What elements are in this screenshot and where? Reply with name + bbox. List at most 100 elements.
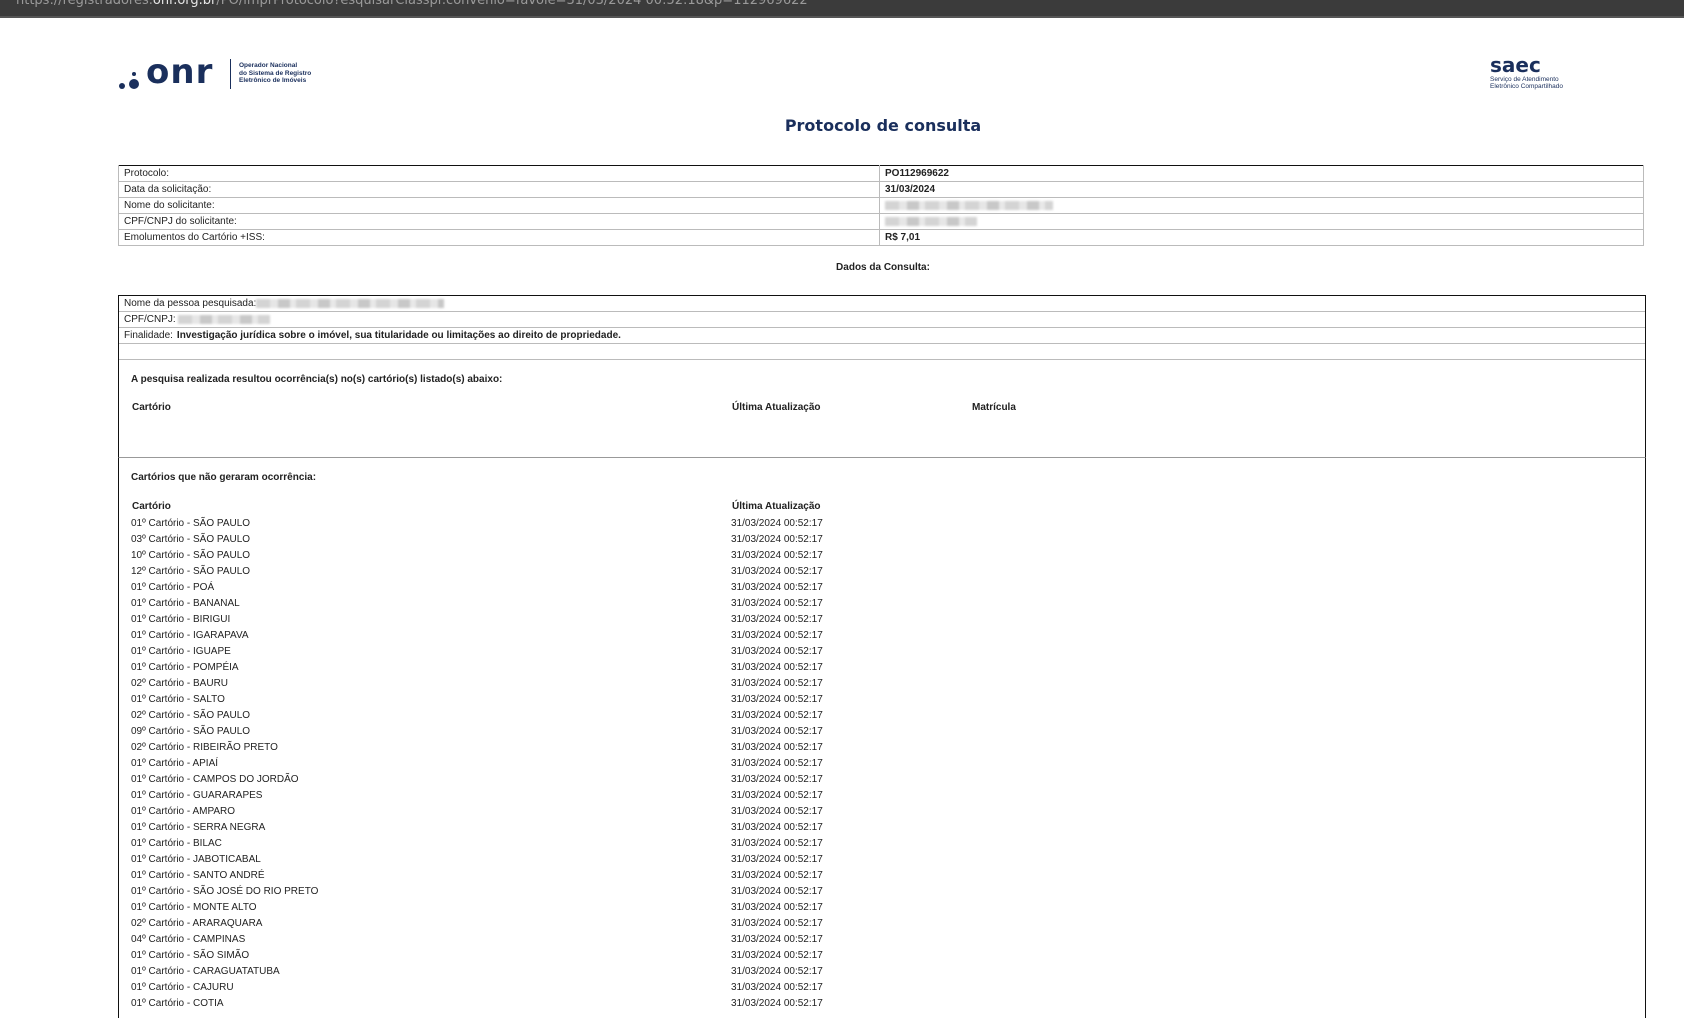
list-item: 02º Cartório - SÃO PAULO 31/03/2024 00:52… xyxy=(131,708,1631,724)
cartorio-name: 02º Cartório - SÃO PAULO xyxy=(131,710,251,721)
onr-caption: Operador Nacional do Sistema de Registro… xyxy=(239,62,359,85)
cartorio-name: 02º Cartório - BAURU xyxy=(131,678,229,689)
query-box: Nome da pessoa pesquisada: CPF/CNPJ: Fin… xyxy=(118,295,1646,360)
list-item: 01º Cartório - GUARARAPES 31/03/2024 00:5… xyxy=(131,788,1631,804)
list-item: 01º Cartório - POMPÉIA 31/03/2024 00:52:1… xyxy=(131,660,1631,676)
list-item: 01º Cartório - APIAÍ 31/03/2024 00:52:17 xyxy=(131,756,1631,772)
nome-pesquisada-row: Nome da pessoa pesquisada: xyxy=(119,296,1645,312)
nome-solicitante-value xyxy=(879,197,1644,214)
cartorio-name: 01º Cartório - CAMPOS DO JORDÃO xyxy=(131,774,299,785)
ultima-atualizacao: 31/03/2024 00:52:17 xyxy=(731,966,823,977)
results-col-matricula: Matrícula xyxy=(972,402,1016,413)
protocol-info-table: Protocolo: PO112969622 Data da solicitaç… xyxy=(118,165,1644,246)
cartorio-name: 01º Cartório - AMPARO xyxy=(131,806,236,817)
nome-pesquisada-label: Nome da pessoa pesquisada: xyxy=(124,298,257,309)
list-item: 03º Cartório - SÃO PAULO 31/03/2024 00:52… xyxy=(131,532,1631,548)
list-item: 01º Cartório - SERRA NEGRA 31/03/2024 00:… xyxy=(131,820,1631,836)
cartorio-name: 02º Cartório - RIBEIRÃO PRETO xyxy=(131,742,278,753)
ultima-atualizacao: 31/03/2024 00:52:17 xyxy=(731,886,823,897)
ultima-atualizacao: 31/03/2024 00:52:17 xyxy=(731,694,823,705)
list-item: 01º Cartório - IGARAPAVA 31/03/2024 00:52… xyxy=(131,628,1631,644)
dados-consulta-title: Dados da Consulta: xyxy=(836,262,930,273)
list-item: 01º Cartório - SÃO SIMÃO 31/03/2024 00:52… xyxy=(131,948,1631,964)
cartorio-name: 01º Cartório - POÁ xyxy=(131,582,215,593)
no-occurrence-col-atualizacao: Última Atualização xyxy=(732,501,821,512)
table-row: CPF/CNPJ do solicitante: xyxy=(118,213,1644,230)
list-item: 01º Cartório - IGUAPE 31/03/2024 00:52:17 xyxy=(131,644,1631,660)
ultima-atualizacao: 31/03/2024 00:52:17 xyxy=(731,934,823,945)
list-item: 01º Cartório - POÁ 31/03/2024 00:52:17 xyxy=(131,580,1631,596)
ultima-atualizacao: 31/03/2024 00:52:17 xyxy=(731,662,823,673)
ultima-atualizacao: 31/03/2024 00:52:17 xyxy=(731,982,823,993)
cartorio-name: 01º Cartório - CAJURU xyxy=(131,982,234,993)
cartorio-name: 01º Cartório - JABOTICABAL xyxy=(131,854,261,865)
ultima-atualizacao: 31/03/2024 00:52:17 xyxy=(731,582,823,593)
ultima-atualizacao: 31/03/2024 00:52:17 xyxy=(731,566,823,577)
results-section: A pesquisa realizada resultou ocorrência… xyxy=(118,359,1646,458)
ultima-atualizacao: 31/03/2024 00:52:17 xyxy=(731,646,823,657)
cartorio-name: 01º Cartório - BANANAL xyxy=(131,598,240,609)
cpf-solicitante-value xyxy=(879,213,1644,230)
ultima-atualizacao: 31/03/2024 00:52:17 xyxy=(731,822,823,833)
ultima-atualizacao: 31/03/2024 00:52:17 xyxy=(731,806,823,817)
ultima-atualizacao: 31/03/2024 00:52:17 xyxy=(731,950,823,961)
saec-caption: Serviço de Atendimento Eletrônico Compar… xyxy=(1490,76,1580,90)
ultima-atualizacao: 31/03/2024 00:52:17 xyxy=(731,598,823,609)
url-host: onr.org.br xyxy=(152,0,217,8)
onr-caption-line: Eletrônico de Imóveis xyxy=(239,77,307,84)
ultima-atualizacao: 31/03/2024 00:52:17 xyxy=(731,518,823,529)
onr-caption-line: Operador Nacional xyxy=(239,62,298,69)
results-col-cartorio: Cartório xyxy=(132,402,171,413)
list-item: 04º Cartório - CAMPINAS 31/03/2024 00:52:… xyxy=(131,932,1631,948)
page-title: Protocolo de consulta xyxy=(784,116,982,135)
ultima-atualizacao: 31/03/2024 00:52:17 xyxy=(731,710,823,721)
url-rest: /PO/imprProtocolo?esquisarClasspr.conven… xyxy=(216,0,808,8)
cartorio-name: 01º Cartório - SÃO JOSÉ DO RIO PRETO xyxy=(131,886,319,897)
cpf-row: CPF/CNPJ: xyxy=(119,312,1645,328)
cartorio-name: 01º Cartório - SALTO xyxy=(131,694,225,705)
ultima-atualizacao: 31/03/2024 00:52:17 xyxy=(731,838,823,849)
list-item: 01º Cartório - SALTO 31/03/2024 00:52:17 xyxy=(131,692,1631,708)
list-item: 12º Cartório - SÃO PAULO 31/03/2024 00:52… xyxy=(131,564,1631,580)
ultima-atualizacao: 31/03/2024 00:52:17 xyxy=(731,758,823,769)
cartorio-name: 09º Cartório - SÃO PAULO xyxy=(131,726,251,737)
cpf-solicitante-label: CPF/CNPJ do solicitante: xyxy=(118,213,880,230)
emolumentos-label: Emolumentos do Cartório +ISS: xyxy=(118,229,880,246)
protocolo-label: Protocolo: xyxy=(118,165,880,182)
list-item: 01º Cartório - BILAC 31/03/2024 00:52:17 xyxy=(131,836,1631,852)
ultima-atualizacao: 31/03/2024 00:52:17 xyxy=(731,790,823,801)
finalidade-value: Investigação jurídica sobre o imóvel, su… xyxy=(176,330,621,341)
no-occurrence-section: Cartórios que não geraram ocorrência: Ca… xyxy=(118,458,1646,1018)
redacted-blur xyxy=(178,314,271,324)
list-item: 01º Cartório - JABOTICABAL 31/03/2024 00:… xyxy=(131,852,1631,868)
address-bar[interactable]: https://registradores.onr.org.br/PO/impr… xyxy=(0,0,1684,18)
list-item: 01º Cartório - SÃO JOSÉ DO RIO PRETO 31/0… xyxy=(131,884,1631,900)
cartorio-name: 01º Cartório - BILAC xyxy=(131,838,222,849)
cartorio-name: 01º Cartório - CARAGUATATUBA xyxy=(131,966,280,977)
cartorio-name: 01º Cartório - IGUAPE xyxy=(131,646,231,657)
ultima-atualizacao: 31/03/2024 00:52:17 xyxy=(731,550,823,561)
list-item: 09º Cartório - SÃO PAULO 31/03/2024 00:52… xyxy=(131,724,1631,740)
cartorio-name: 01º Cartório - SANTO ANDRÉ xyxy=(131,870,265,881)
ultima-atualizacao: 31/03/2024 00:52:17 xyxy=(731,774,823,785)
redacted-blur xyxy=(885,200,1053,210)
list-item: 02º Cartório - BAURU 31/03/2024 00:52:17 xyxy=(131,676,1631,692)
cartorio-name: 01º Cartório - SERRA NEGRA xyxy=(131,822,266,833)
list-item: 01º Cartório - CARAGUATATUBA 31/03/2024 0… xyxy=(131,964,1631,980)
onr-caption-line: do Sistema de Registro xyxy=(239,69,312,77)
ultima-atualizacao: 31/03/2024 00:52:17 xyxy=(731,614,823,625)
saec-caption-line: Serviço de Atendimento xyxy=(1490,76,1559,83)
results-heading: A pesquisa realizada resultou ocorrência… xyxy=(131,374,503,385)
ultima-atualizacao: 31/03/2024 00:52:17 xyxy=(731,742,823,753)
protocolo-value: PO112969622 xyxy=(879,165,1644,182)
ultima-atualizacao: 31/03/2024 00:52:17 xyxy=(731,630,823,641)
list-item: 01º Cartório - BIRIGUI 31/03/2024 00:52:1… xyxy=(131,612,1631,628)
url-text: https://registradores.onr.org.br/PO/impr… xyxy=(16,0,808,8)
list-item: 01º Cartório - BANANAL 31/03/2024 00:52:1… xyxy=(131,596,1631,612)
results-col-atualizacao: Última Atualização xyxy=(732,402,821,413)
ultima-atualizacao: 31/03/2024 00:52:17 xyxy=(731,870,823,881)
emolumentos-value: R$ 7,01 xyxy=(879,229,1644,246)
ultima-atualizacao: 31/03/2024 00:52:17 xyxy=(731,902,823,913)
cartorio-name: 01º Cartório - IGARAPAVA xyxy=(131,630,249,641)
onr-wordmark: onr xyxy=(146,52,214,92)
